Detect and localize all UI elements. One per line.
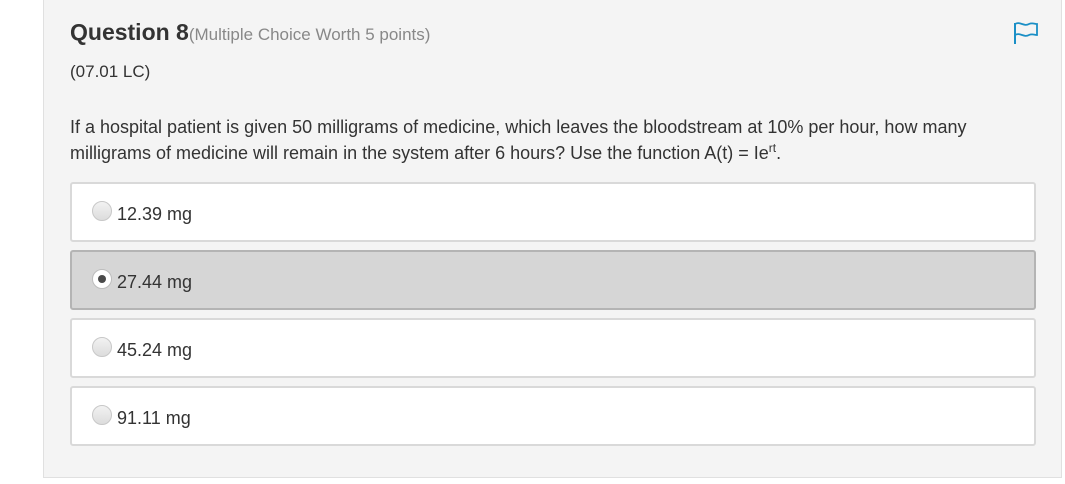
choice-label: 12.39 mg bbox=[117, 204, 193, 224]
question-card: Question 8(Multiple Choice Worth 5 point… bbox=[43, 0, 1062, 478]
choice-option[interactable]: 27.44 mg bbox=[70, 250, 1036, 310]
choice-label: 27.44 mg bbox=[117, 272, 193, 292]
choice-label: 91.11 mg bbox=[117, 408, 191, 428]
choice-option[interactable]: 45.24 mg bbox=[70, 318, 1036, 378]
radio-button[interactable] bbox=[92, 337, 112, 357]
choice-option[interactable]: 12.39 mg bbox=[70, 182, 1036, 242]
question-text: If a hospital patient is given 50 millig… bbox=[70, 114, 1020, 166]
question-worth: (Multiple Choice Worth 5 points) bbox=[188, 25, 431, 44]
question-header: Question 8(Multiple Choice Worth 5 point… bbox=[70, 19, 430, 46]
choice-label: 45.24 mg bbox=[117, 340, 193, 360]
choice-option[interactable]: 91.11 mg bbox=[70, 386, 1036, 446]
question-title: Question 8 bbox=[70, 19, 189, 45]
radio-button[interactable] bbox=[92, 269, 112, 289]
question-code: (07.01 LC) bbox=[70, 62, 151, 81]
question-text-end: . bbox=[776, 143, 782, 163]
question-text-main: If a hospital patient is given 50 millig… bbox=[70, 117, 967, 163]
radio-button[interactable] bbox=[92, 201, 112, 221]
flag-icon[interactable] bbox=[1013, 21, 1039, 45]
radio-button[interactable] bbox=[92, 405, 112, 425]
